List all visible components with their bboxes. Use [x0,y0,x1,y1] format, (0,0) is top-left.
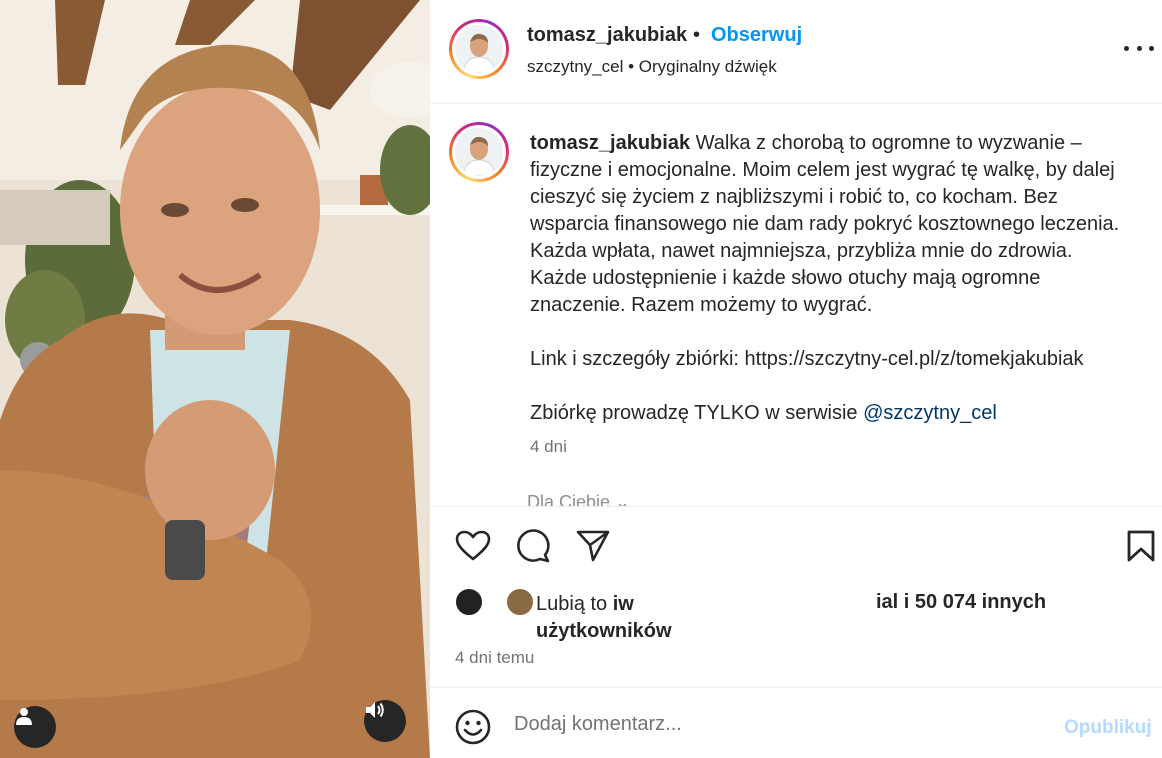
caption-author-avatar[interactable] [449,122,509,182]
post-details-panel: tomasz_jakubiak • Obserwuj szczytny_cel … [430,0,1162,758]
post-header: tomasz_jakubiak • Obserwuj szczytny_cel … [430,0,1162,104]
emoji-button[interactable] [454,708,492,746]
heart-icon [455,530,491,561]
author-username[interactable]: tomasz_jakubiak [527,24,687,47]
bookmark-icon [1127,530,1155,562]
mention-link[interactable]: @szczytny_cel [863,402,997,424]
comment-input[interactable] [514,704,1044,744]
author-photo [455,128,503,176]
comment-composer: Opublikuj [430,688,1162,758]
caption-body: Walka z chorobą to ogromne to wyzwanie –… [530,132,1120,316]
like-button[interactable] [453,526,493,566]
sound-toggle-button[interactable] [364,700,406,742]
caption-service-line: Zbiórkę prowadzę TYLKO w serwisie @szczy… [530,402,997,424]
video-frame [0,0,430,758]
comment-icon [517,529,550,563]
action-bar: Lubią to iw użytkowników ial i 50 074 in… [430,506,1162,688]
user-tag-icon [16,708,32,725]
tagged-users-button[interactable] [14,706,56,748]
caption-section: tomasz_jakubiak Walka z chorobą to ogrom… [430,104,1162,506]
audio-subtitle[interactable]: szczytny_cel • Oryginalny dźwięk [527,57,777,77]
author-avatar[interactable] [449,19,509,79]
more-options-icon[interactable] [1124,38,1154,58]
share-icon [576,530,610,562]
caption-time: 4 dni [530,437,567,456]
liker-avatar[interactable] [505,587,535,617]
caption-link-line: Link i szczegóły zbiórki: https://szczyt… [530,348,1084,370]
for-you-link[interactable]: Dla Ciebie ⌄ [527,492,630,506]
liker-avatar[interactable] [454,587,484,617]
likes-count[interactable]: ial i 50 074 innych [876,591,1046,614]
author-photo [455,25,503,73]
emoji-icon [455,709,491,745]
follow-button[interactable]: Obserwuj [711,24,802,47]
caption-username[interactable]: tomasz_jakubiak [530,132,690,154]
post-time: 4 dni temu [455,648,535,667]
caption-text: tomasz_jakubiak Walka z chorobą to ogrom… [530,130,1130,427]
sound-icon [366,702,384,718]
comment-button[interactable] [513,526,553,566]
separator-dot: • [693,24,701,46]
save-button[interactable] [1121,526,1161,566]
share-button[interactable] [573,526,613,566]
video-player[interactable] [0,0,430,758]
publish-button[interactable]: Opublikuj [1064,717,1152,739]
